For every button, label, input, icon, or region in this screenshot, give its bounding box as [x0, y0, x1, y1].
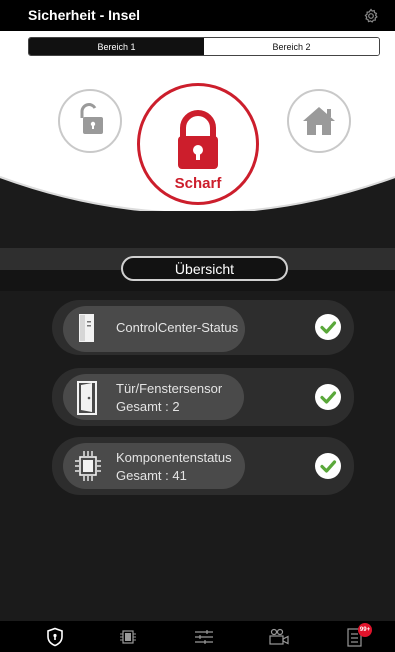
card-title: Tür/Fenstersensor	[116, 381, 223, 396]
card-subtitle: Gesamt : 2	[116, 399, 180, 414]
card-title: ControlCenter-Status	[116, 320, 239, 335]
control-center-icon	[77, 313, 97, 343]
door-sensor-icon	[77, 381, 97, 415]
tab-bereich-1[interactable]: Bereich 1	[29, 38, 204, 55]
gear-icon[interactable]	[363, 8, 379, 24]
arm-label: Scharf	[174, 175, 222, 192]
card-subtitle: Gesamt : 41	[116, 468, 187, 483]
disarm-button[interactable]	[58, 89, 122, 153]
home-mode-button[interactable]	[287, 89, 351, 153]
component-status-card[interactable]: Komponentenstatus Gesamt : 41	[52, 437, 354, 495]
security-shield-icon[interactable]	[44, 627, 66, 647]
components-chip-icon[interactable]	[117, 627, 139, 647]
controlcenter-status-card[interactable]: ControlCenter-Status	[52, 300, 354, 355]
top-bar: Sicherheit - Insel	[0, 0, 395, 31]
controls-sliders-icon[interactable]	[193, 627, 215, 647]
arm-button[interactable]: Scharf	[137, 83, 259, 205]
check-icon	[315, 453, 341, 479]
door-window-sensor-card[interactable]: Tür/Fenstersensor Gesamt : 2	[52, 368, 354, 426]
area-tabs: Bereich 1 Bereich 2	[28, 37, 380, 56]
chip-icon	[74, 450, 102, 481]
bottom-nav	[0, 621, 395, 652]
check-icon	[315, 314, 341, 340]
page-title: Sicherheit - Insel	[28, 7, 141, 23]
notification-badge: 99+	[358, 623, 372, 637]
overview-button[interactable]: Übersicht	[121, 256, 288, 281]
card-title: Komponentenstatus	[116, 450, 232, 465]
tab-bereich-2[interactable]: Bereich 2	[204, 38, 379, 55]
camera-icon[interactable]	[268, 627, 290, 647]
check-icon	[315, 384, 341, 410]
